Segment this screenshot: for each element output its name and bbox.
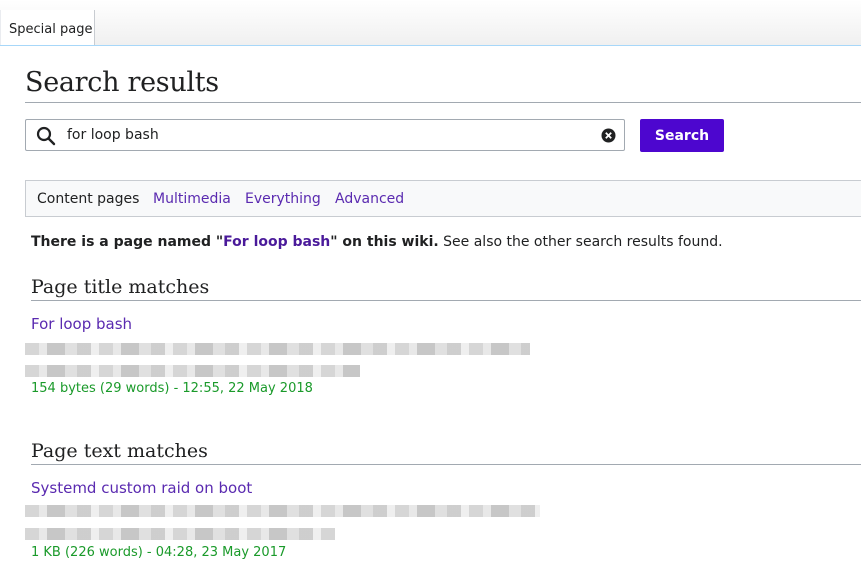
tab-everything[interactable]: Everything xyxy=(245,191,321,207)
tab-multimedia[interactable]: Multimedia xyxy=(153,191,231,207)
exact-match-link[interactable]: For loop bash xyxy=(223,234,330,250)
notice-rest: See also the other search results found. xyxy=(438,234,723,250)
result-title-systemd[interactable]: Systemd custom raid on boot xyxy=(31,479,252,497)
result-meta: 154 bytes (29 words) - 12:55, 22 May 201… xyxy=(31,381,313,396)
result-title-for-loop-bash[interactable]: For loop bash xyxy=(31,315,132,333)
notice-prefix: There is a page named " xyxy=(31,234,224,250)
search-value[interactable]: for loop bash xyxy=(67,127,159,143)
search-profile-tabs: Content pages Multimedia Everything Adva… xyxy=(25,180,861,217)
tab-special-page[interactable]: Special page xyxy=(0,10,95,45)
section-title-matches: Page title matches xyxy=(31,276,861,301)
clear-icon[interactable] xyxy=(601,128,616,143)
notice-suffix: " on this wiki. xyxy=(330,234,439,250)
tab-advanced[interactable]: Advanced xyxy=(335,191,404,207)
search-button[interactable]: Search xyxy=(640,119,724,152)
tab-label: Special page xyxy=(9,22,93,37)
redacted-snippet xyxy=(25,528,335,540)
search-input[interactable]: for loop bash xyxy=(25,119,625,151)
section-text-matches: Page text matches xyxy=(31,440,861,465)
top-bar: Special page xyxy=(0,0,861,46)
redacted-snippet xyxy=(25,365,360,377)
search-icon xyxy=(36,126,56,146)
tab-content-pages[interactable]: Content pages xyxy=(37,191,139,207)
redacted-snippet xyxy=(25,505,540,517)
exact-match-notice: There is a page named "For loop bash" on… xyxy=(31,234,723,250)
redacted-snippet xyxy=(25,343,530,355)
page-title: Search results xyxy=(25,67,861,103)
result-meta: 1 KB (226 words) - 04:28, 23 May 2017 xyxy=(31,545,287,560)
